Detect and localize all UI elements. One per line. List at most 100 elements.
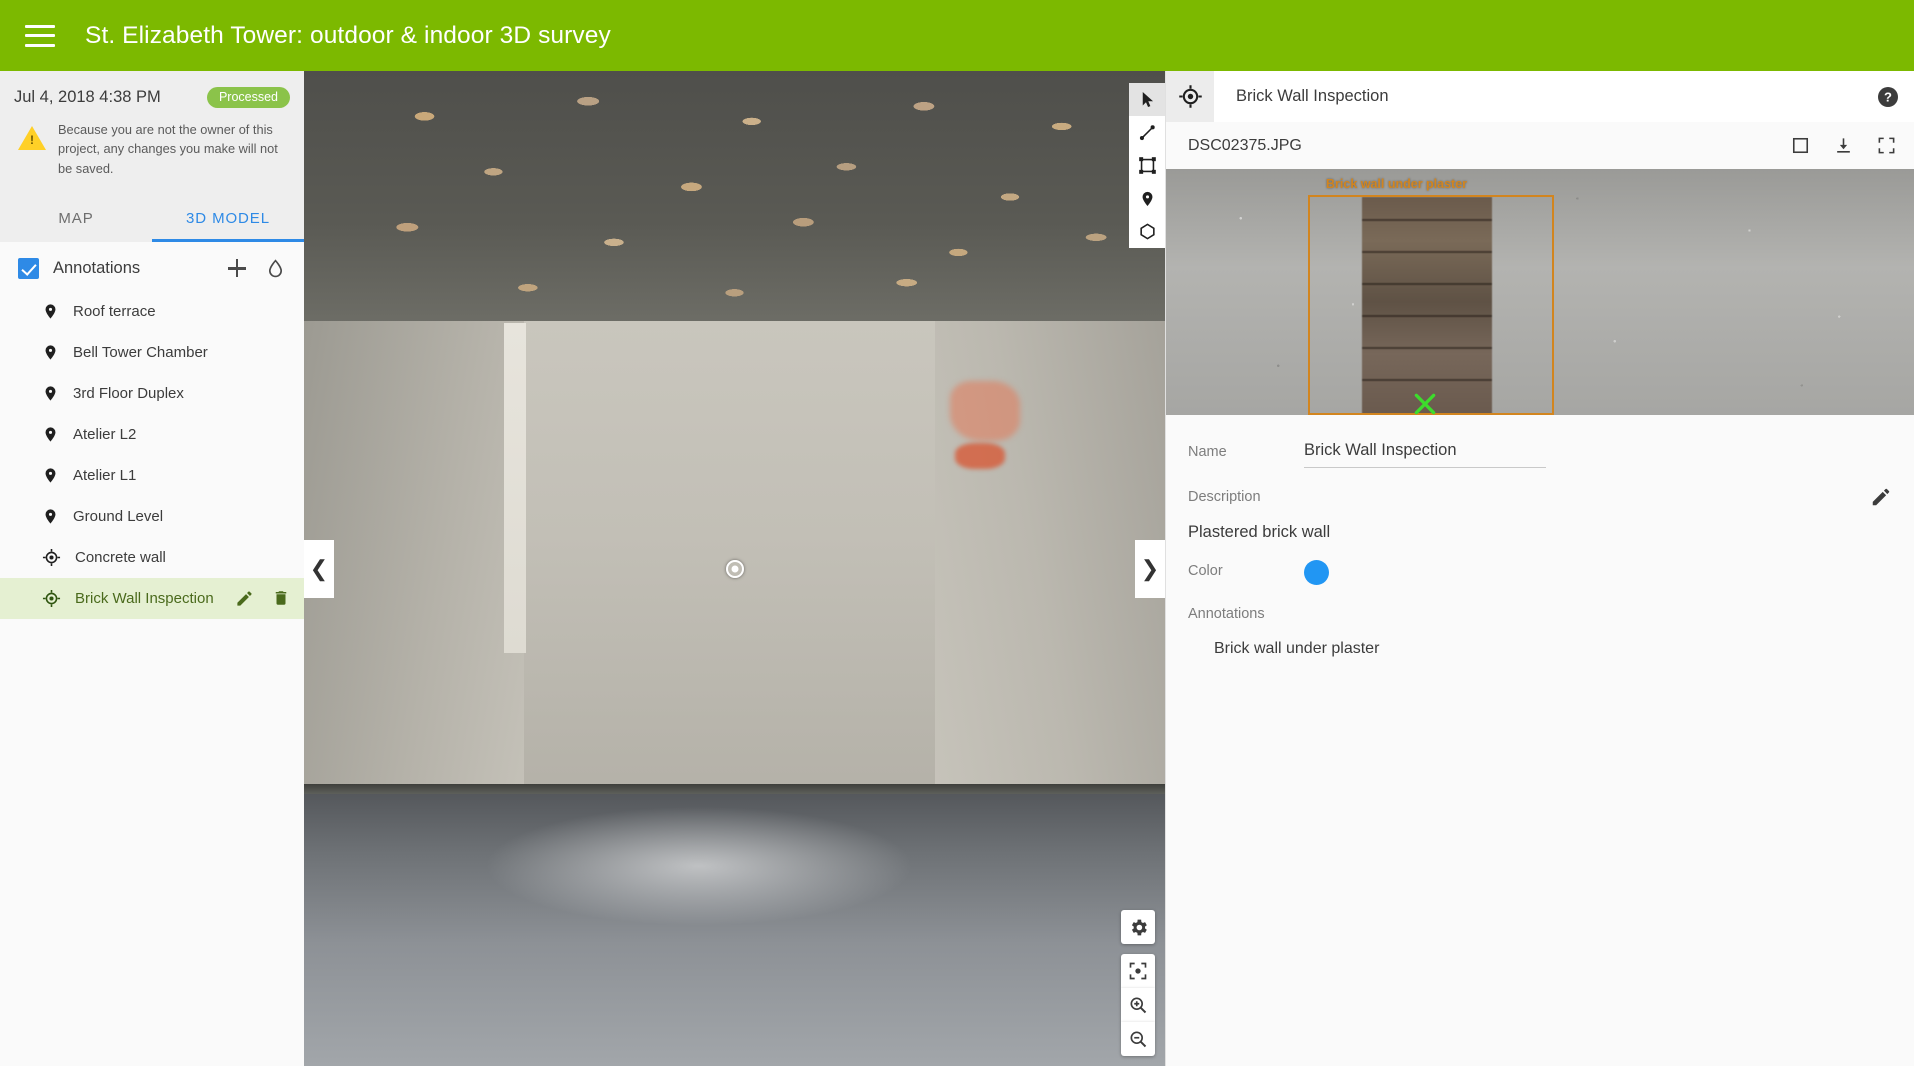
pencil-icon[interactable] <box>1870 486 1892 508</box>
owner-warning: Because you are not the owner of this pr… <box>0 116 304 195</box>
list-item[interactable]: Bell Tower Chamber <box>0 332 304 373</box>
square-outline-icon[interactable] <box>1791 136 1810 155</box>
line-segment-icon[interactable] <box>1129 116 1165 149</box>
viewer-zoom-group <box>1121 954 1155 1056</box>
list-item[interactable]: Roof terrace <box>0 291 304 332</box>
center-reticle-icon <box>725 559 744 578</box>
annotation-fields: Name Description Plastered brick wall Co… <box>1166 415 1914 1066</box>
annotations-list[interactable]: Roof terrace Bell Tower Chamber 3rd Floo… <box>0 291 304 1066</box>
field-color-label: Color <box>1188 563 1223 579</box>
arrow-cursor-icon[interactable] <box>1129 83 1165 116</box>
list-item[interactable]: Atelier L2 <box>0 414 304 455</box>
annotations-group-header: Annotations <box>0 242 304 291</box>
target-crosshair-icon <box>1166 84 1214 109</box>
photo-filename: DSC02375.JPG <box>1188 136 1302 154</box>
trash-icon[interactable] <box>272 589 290 607</box>
hexagon-icon[interactable] <box>1129 215 1165 248</box>
project-date: Jul 4, 2018 4:38 PM <box>14 87 161 106</box>
droplet-icon[interactable] <box>265 258 286 279</box>
map-pin-icon <box>42 465 59 486</box>
list-item-label: Atelier L1 <box>73 466 137 484</box>
annotation-detail-panel: Brick Wall Inspection ? DSC02375.JPG Bri… <box>1165 71 1914 1066</box>
scene-paint-stain-large <box>950 381 1020 441</box>
warning-triangle-icon <box>18 125 46 150</box>
list-item-label: Bell Tower Chamber <box>73 343 208 361</box>
color-swatch[interactable] <box>1304 560 1329 585</box>
target-crosshair-icon <box>42 589 61 608</box>
list-item-label: Ground Level <box>73 507 164 525</box>
list-item[interactable]: 3rd Floor Duplex <box>0 373 304 414</box>
annotations-header-actions <box>227 258 286 279</box>
detail-panel-title[interactable]: Brick Wall Inspection <box>1214 71 1862 122</box>
annotations-visibility-checkbox[interactable] <box>18 257 39 279</box>
sidebar-header: Jul 4, 2018 4:38 PM Processed Because yo… <box>0 71 304 242</box>
chevron-right-icon[interactable]: ❯ <box>1135 539 1165 598</box>
annotation-photo[interactable]: Brick wall under plaster <box>1166 169 1914 415</box>
magnifier-plus-icon[interactable] <box>1121 988 1155 1022</box>
field-description-label: Description <box>1188 489 1261 505</box>
fullscreen-icon[interactable] <box>1877 136 1896 155</box>
map-pin-icon <box>42 424 59 445</box>
scene-left-wall <box>304 321 524 798</box>
viewer-settings-group <box>1121 910 1155 944</box>
chevron-left-icon[interactable]: ❮ <box>304 539 334 598</box>
warning-text: Because you are not the owner of this pr… <box>58 121 278 177</box>
field-name: Name <box>1166 441 1914 468</box>
map-pin-icon <box>42 506 59 527</box>
main-body: Jul 4, 2018 4:38 PM Processed Because yo… <box>0 71 1914 1066</box>
annotation-subitem[interactable]: Brick wall under plaster <box>1188 640 1379 658</box>
detail-panel-header: Brick Wall Inspection ? <box>1166 71 1914 122</box>
photo-file-row: DSC02375.JPG <box>1166 122 1914 169</box>
scene-floor-highlight <box>484 806 914 926</box>
list-item-label: Roof terrace <box>73 302 156 320</box>
magnifier-minus-icon[interactable] <box>1121 1022 1155 1056</box>
viewer-tool-strip <box>1129 83 1165 248</box>
scene-paint-stain-small <box>955 443 1005 469</box>
list-item-brick-wall-inspection[interactable]: Brick Wall Inspection <box>0 577 304 619</box>
annotations-group-label: Annotations <box>53 258 141 277</box>
model-viewer[interactable]: ❮ ❯ <box>304 71 1165 1066</box>
left-sidebar: Jul 4, 2018 4:38 PM Processed Because yo… <box>0 71 304 1066</box>
tab-3d-model[interactable]: 3D MODEL <box>152 195 304 242</box>
list-item[interactable]: Concrete wall <box>0 537 304 578</box>
pencil-icon[interactable] <box>235 589 254 608</box>
svg-text:?: ? <box>1884 89 1892 104</box>
map-pin-icon <box>42 342 59 363</box>
photo-annotation-label: Brick wall under plaster <box>1326 177 1468 191</box>
list-item-label: Atelier L2 <box>73 425 137 443</box>
field-description-value: Plastered brick wall <box>1188 523 1331 541</box>
center-focus-icon[interactable] <box>1121 954 1155 988</box>
field-annotations-label: Annotations <box>1188 606 1265 622</box>
page-title: St. Elizabeth Tower: outdoor & indoor 3D… <box>85 21 611 49</box>
green-x-marker-icon[interactable] <box>1412 391 1438 415</box>
help-circle-icon[interactable]: ? <box>1862 71 1914 122</box>
tab-map[interactable]: MAP <box>0 195 152 242</box>
map-pin-icon <box>42 383 59 404</box>
field-description: Description <box>1166 486 1914 508</box>
list-item[interactable]: Atelier L1 <box>0 455 304 496</box>
scene-ceiling <box>304 71 1165 323</box>
application-root: St. Elizabeth Tower: outdoor & indoor 3D… <box>0 0 1914 1066</box>
scene-door-opening <box>504 323 526 653</box>
field-annotations: Annotations <box>1166 603 1914 622</box>
app-header: St. Elizabeth Tower: outdoor & indoor 3D… <box>0 0 1914 71</box>
project-meta-row: Jul 4, 2018 4:38 PM Processed <box>0 71 304 116</box>
sidebar-tabs: MAP 3D MODEL <box>0 194 304 242</box>
map-pin-icon <box>42 301 59 322</box>
target-crosshair-icon <box>42 548 61 567</box>
list-item-label: Concrete wall <box>75 548 166 566</box>
annotation-subitem-row: Brick wall under plaster <box>1166 640 1914 658</box>
download-icon[interactable] <box>1834 136 1853 155</box>
plus-icon[interactable] <box>227 258 247 278</box>
list-item-label: Brick Wall Inspection <box>75 589 214 607</box>
list-item-actions <box>235 589 290 608</box>
list-item-label: 3rd Floor Duplex <box>73 384 184 402</box>
bounding-box-icon[interactable] <box>1129 149 1165 182</box>
field-description-value-row: Plastered brick wall <box>1166 523 1914 542</box>
name-input[interactable] <box>1304 441 1546 468</box>
photo-actions <box>1791 136 1896 155</box>
gear-icon[interactable] <box>1121 910 1155 944</box>
list-item[interactable]: Ground Level <box>0 496 304 537</box>
hamburger-menu-icon[interactable] <box>25 24 55 47</box>
map-pin-icon[interactable] <box>1129 182 1165 215</box>
